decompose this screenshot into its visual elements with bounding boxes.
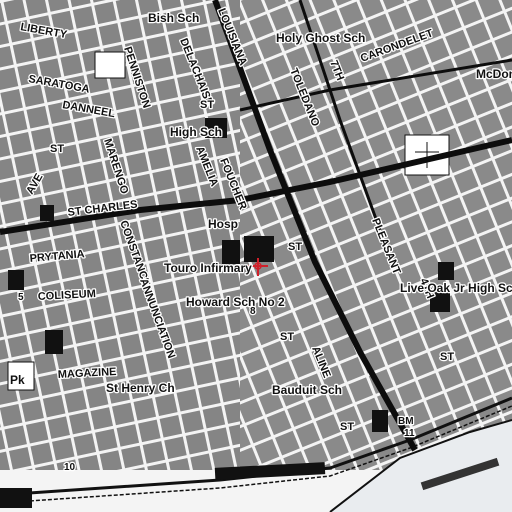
label-st-6: ST [440, 351, 454, 363]
label-bauduit-sch: Bauduit Sch [272, 383, 342, 397]
label-number-10: 10 [64, 462, 76, 473]
label-pk: Pk [10, 373, 25, 387]
school-yard [94, 51, 126, 79]
label-number-11: 11 [404, 428, 415, 439]
label-touro-infirmary: Touro Infirmary [164, 261, 252, 275]
building-east-1 [438, 262, 454, 280]
label-bm: BM [398, 416, 414, 427]
building-west-1 [40, 205, 54, 221]
label-howard-sch: Howard Sch No 2 [186, 295, 285, 309]
label-holy-ghost-sch: Holy Ghost Sch [276, 31, 365, 45]
label-st-4: ST [280, 331, 294, 343]
map-canvas: LIBERTY SARATOGA DANNEEL ST CHARLES PRYT… [0, 0, 512, 512]
label-hosp: Hosp [208, 217, 238, 231]
label-live-oak-jr-high: Live Oak Jr High Sch [400, 281, 512, 295]
building-south-west [0, 488, 32, 508]
label-high-sch: High Sch [170, 125, 222, 139]
building-west-2 [8, 270, 24, 290]
label-bish-sch: Bish Sch [148, 11, 199, 25]
building-west-3 [45, 330, 63, 354]
label-number-5: 5 [18, 292, 24, 303]
label-st-henry-ch: St Henry Ch [106, 381, 175, 395]
label-number-8: 8 [250, 306, 256, 317]
label-st-5: ST [340, 421, 354, 433]
label-st-3: ST [50, 143, 64, 155]
topographic-map[interactable]: LIBERTY SARATOGA DANNEEL ST CHARLES PRYT… [0, 0, 512, 512]
label-st-1: ST [200, 99, 214, 111]
label-mcdonogh: McDon [476, 67, 512, 81]
building-bm [372, 410, 388, 432]
label-st-2: ST [288, 241, 302, 253]
